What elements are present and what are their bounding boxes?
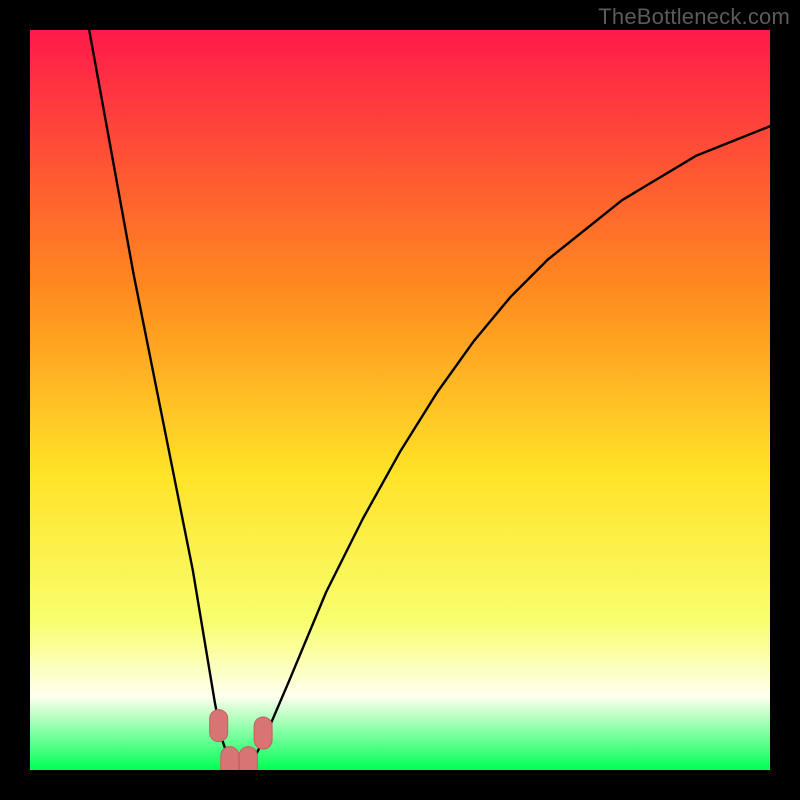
gradient-plot-area (30, 30, 770, 770)
left-bottom-marker (210, 710, 228, 742)
watermark-text: TheBottleneck.com (598, 4, 790, 30)
trough-left-marker (221, 747, 239, 770)
trough-right-marker (239, 747, 257, 770)
outer-black-frame: TheBottleneck.com (0, 0, 800, 800)
bottleneck-chart (30, 30, 770, 770)
right-rise-marker (254, 717, 272, 749)
